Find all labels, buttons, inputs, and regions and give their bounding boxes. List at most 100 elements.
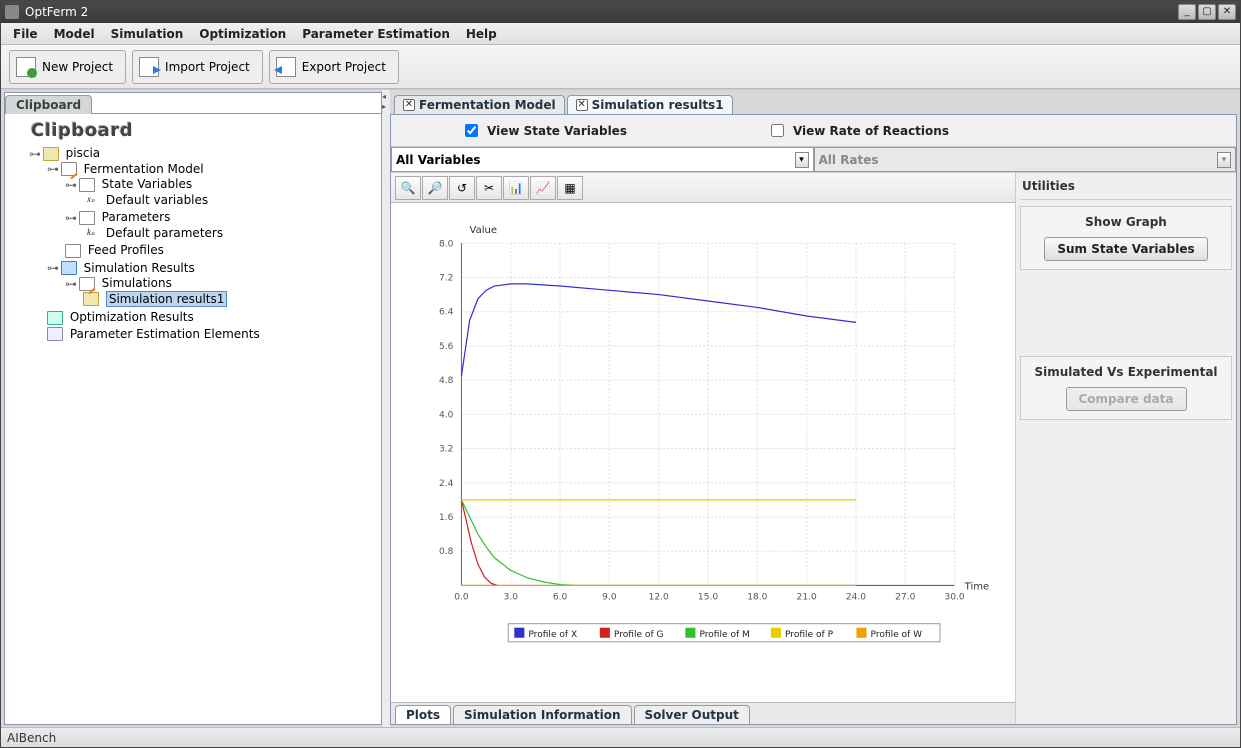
tab-solver-output[interactable]: Solver Output	[634, 705, 750, 724]
svg-text:7.2: 7.2	[439, 273, 453, 283]
crosshair-button[interactable]: ✂	[476, 176, 502, 200]
reset-zoom-button[interactable]: ↺	[449, 176, 475, 200]
svg-text:Profile of X: Profile of X	[528, 630, 577, 640]
view-options-row: View State Variables View Rate of Reacti…	[391, 115, 1236, 147]
combo-row: All Variables ▾ All Rates ▾	[391, 147, 1236, 173]
chevron-down-icon: ▾	[1217, 152, 1231, 168]
close-icon[interactable]: ✕	[576, 99, 588, 111]
utilities-pane: Utilities Show Graph Sum State Variables…	[1016, 173, 1236, 724]
tree-handle[interactable]: ⊶	[29, 147, 39, 161]
clipboard-tab-bar: Clipboard	[5, 93, 381, 113]
show-graph-title: Show Graph	[1027, 215, 1225, 229]
svg-text:18.0: 18.0	[747, 593, 767, 603]
tree-default-params[interactable]: Default parameters	[106, 226, 223, 240]
folder-icon	[43, 147, 59, 161]
view-rate-reactions-checkbox[interactable]	[771, 124, 784, 137]
list-icon	[65, 244, 81, 258]
tree-handle[interactable]: ⊶	[47, 162, 57, 176]
menu-parameter-estimation[interactable]: Parameter Estimation	[294, 26, 458, 42]
svg-text:12.0: 12.0	[649, 593, 669, 603]
variables-combo[interactable]: All Variables ▾	[391, 147, 814, 172]
svg-text:9.0: 9.0	[602, 593, 617, 603]
zoom-out-button[interactable]: 🔎	[422, 176, 448, 200]
export-project-button[interactable]: Export Project	[269, 50, 399, 84]
menu-file[interactable]: File	[5, 26, 46, 42]
app-window: OptFerm 2 _ ▢ ✕ File Model Simulation Op…	[0, 0, 1241, 748]
import-project-button[interactable]: Import Project	[132, 50, 263, 84]
tab-fermentation-model[interactable]: ✕ Fermentation Model	[394, 95, 565, 114]
tree-model[interactable]: Fermentation Model	[84, 162, 204, 176]
new-project-button[interactable]: New Project	[9, 50, 126, 84]
tree-feed-profiles[interactable]: Feed Profiles	[88, 243, 164, 257]
grid-button[interactable]: ▦	[557, 176, 583, 200]
clipboard-body: Clipboard ⊶ piscia ⊶ Fermentation Model	[5, 113, 381, 724]
tab-plots[interactable]: Plots	[395, 705, 451, 724]
tree-par-est[interactable]: Parameter Estimation Elements	[70, 327, 260, 341]
bottom-tab-bar: Plots Simulation Information Solver Outp…	[391, 702, 1015, 724]
variables-combo-value: All Variables	[396, 153, 481, 167]
chevron-down-icon[interactable]: ▾	[795, 152, 809, 168]
sum-state-variables-button[interactable]: Sum State Variables	[1044, 237, 1207, 261]
maximize-button[interactable]: ▢	[1198, 4, 1216, 20]
view-state-vars-checkbox[interactable]	[465, 124, 478, 137]
main-area: Clipboard Clipboard ⊶ piscia ⊶ Fermentat…	[1, 89, 1240, 727]
svg-text:Profile of M: Profile of M	[699, 630, 749, 640]
clipboard-heading: Clipboard	[11, 120, 375, 141]
svg-text:0.8: 0.8	[439, 547, 454, 557]
tree-sim-results[interactable]: Simulation Results	[84, 261, 195, 275]
tab-simulation-information[interactable]: Simulation Information	[453, 705, 631, 724]
chart-options-button[interactable]: 📊	[503, 176, 529, 200]
tree-handle[interactable]: ⊶	[65, 277, 75, 291]
tree-state-vars[interactable]: State Variables	[102, 177, 192, 191]
utilities-title: Utilities	[1020, 177, 1232, 200]
model-icon	[61, 162, 77, 176]
right-pane: ✕ Fermentation Model ✕ Simulation result…	[390, 92, 1237, 725]
project-tree: ⊶ piscia ⊶ Fermentation Model ⊶	[11, 145, 375, 343]
pane-splitter[interactable]	[382, 90, 390, 727]
menu-optimization[interactable]: Optimization	[191, 26, 294, 42]
svg-text:8.0: 8.0	[439, 239, 454, 249]
rates-combo: All Rates ▾	[814, 147, 1237, 172]
zoom-in-button[interactable]: 🔍	[395, 176, 421, 200]
tree-default-vars[interactable]: Default variables	[106, 193, 208, 207]
svg-text:21.0: 21.0	[797, 593, 817, 603]
window-title: OptFerm 2	[25, 5, 88, 19]
var-icon: xₙ	[83, 193, 99, 207]
close-button[interactable]: ✕	[1218, 4, 1236, 20]
par-est-icon	[47, 327, 63, 341]
tree-sim-results1[interactable]: Simulation results1	[106, 291, 228, 307]
view-rate-reactions-check[interactable]: View Rate of Reactions	[767, 121, 949, 140]
status-bar: AIBench	[1, 727, 1240, 747]
tree-opt-results[interactable]: Optimization Results	[70, 310, 194, 324]
sim-results-icon	[61, 261, 77, 275]
clipboard-tab[interactable]: Clipboard	[5, 95, 92, 114]
editor-tab-bar: ✕ Fermentation Model ✕ Simulation result…	[390, 92, 1237, 114]
svg-text:4.8: 4.8	[439, 376, 454, 386]
tree-parameters[interactable]: Parameters	[102, 210, 171, 224]
tree-project[interactable]: piscia	[66, 146, 101, 160]
tab-label: Simulation results1	[592, 98, 724, 112]
svg-text:4.0: 4.0	[439, 410, 454, 420]
view-state-vars-check[interactable]: View State Variables	[461, 121, 627, 140]
svg-text:Profile of G: Profile of G	[614, 630, 664, 640]
export-chart-button[interactable]: 📈	[530, 176, 556, 200]
tab-simulation-results1[interactable]: ✕ Simulation results1	[567, 95, 733, 114]
param-icon: kₙ	[83, 226, 99, 240]
tree-handle[interactable]: ⊶	[65, 178, 75, 192]
content-row: 🔍 🔎 ↺ ✂ 📊 📈 ▦ 0.03.06.09.012.015.018.021…	[391, 173, 1236, 724]
svg-text:5.6: 5.6	[439, 342, 454, 352]
tree-handle[interactable]: ⊶	[47, 261, 57, 275]
tree-handle[interactable]: ⊶	[65, 211, 75, 225]
simulated-vs-experimental-group: Simulated Vs Experimental Compare data	[1020, 356, 1232, 420]
menu-model[interactable]: Model	[46, 26, 103, 42]
rates-combo-value: All Rates	[819, 153, 879, 167]
close-icon[interactable]: ✕	[403, 99, 415, 111]
menu-simulation[interactable]: Simulation	[103, 26, 192, 42]
svg-text:Time: Time	[964, 581, 990, 592]
list-icon	[79, 211, 95, 225]
main-toolbar: New Project Import Project Export Projec…	[1, 45, 1240, 89]
tab-label: Fermentation Model	[419, 98, 556, 112]
tree-simulations[interactable]: Simulations	[102, 276, 172, 290]
menu-help[interactable]: Help	[458, 26, 505, 42]
minimize-button[interactable]: _	[1178, 4, 1196, 20]
